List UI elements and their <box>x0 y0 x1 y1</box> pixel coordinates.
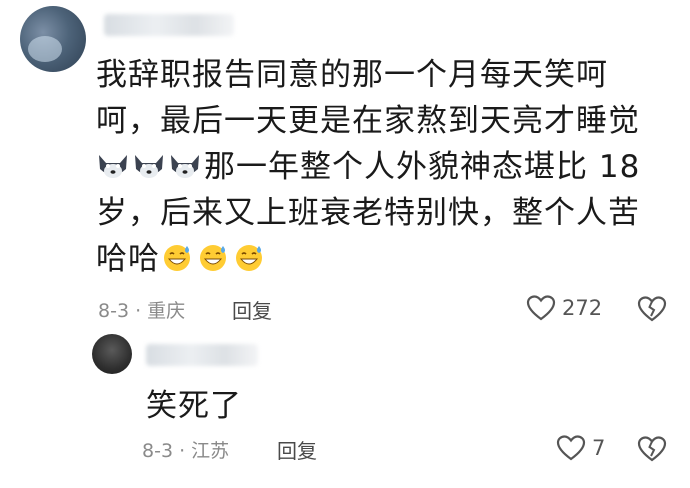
broken-heart-icon[interactable] <box>637 295 667 323</box>
comment-line-5-text: 哈哈 <box>96 241 160 277</box>
dog-face-icon <box>171 155 199 178</box>
comment-line-2: 呵，最后一天更是在家熬到天亮才睡觉 <box>96 103 640 139</box>
replier-name-blurred[interactable] <box>146 344 258 366</box>
reply-body: 笑死了 <box>146 388 242 424</box>
reply-like-count: 7 <box>592 436 606 460</box>
comment-body: 我辞职报告同意的那一个月每天笑呵 呵，最后一天更是在家熬到天亮才睡觉 那一年整个… <box>96 52 676 282</box>
dog-face-icon <box>99 155 127 178</box>
grinning-sweat-icon <box>164 245 190 271</box>
dog-face-icon <box>135 155 163 178</box>
comment-line-3: 那一年整个人外貌神态堪比 18 <box>96 144 676 190</box>
replier-avatar[interactable] <box>92 334 132 374</box>
commenter-avatar[interactable] <box>20 6 86 72</box>
comment-like-button[interactable]: 272 <box>526 294 602 322</box>
heart-icon <box>556 435 586 461</box>
reply-like-button[interactable]: 7 <box>556 434 605 462</box>
comment-reply-button[interactable]: 回复 <box>232 295 272 324</box>
comment-line-4: 岁，后来又上班衰老特别快，整个人苦 <box>96 195 640 231</box>
grinning-sweat-icon <box>236 245 262 271</box>
comment-line-5: 哈哈 <box>96 236 676 282</box>
comment-line-3-text: 那一年整个人外貌神态堪比 18 <box>204 149 641 185</box>
heart-icon <box>526 295 556 321</box>
broken-heart-icon[interactable] <box>637 435 667 463</box>
comment-date-location: 8-3 · 重庆 <box>98 300 186 322</box>
reply-date-location: 8-3 · 江苏 <box>142 440 230 462</box>
comment-like-count: 272 <box>562 296 603 320</box>
grinning-sweat-icon <box>200 245 226 271</box>
comment-line-1: 我辞职报告同意的那一个月每天笑呵 <box>96 57 608 93</box>
reply-reply-button[interactable]: 回复 <box>277 435 317 464</box>
commenter-name-blurred[interactable] <box>104 14 234 36</box>
